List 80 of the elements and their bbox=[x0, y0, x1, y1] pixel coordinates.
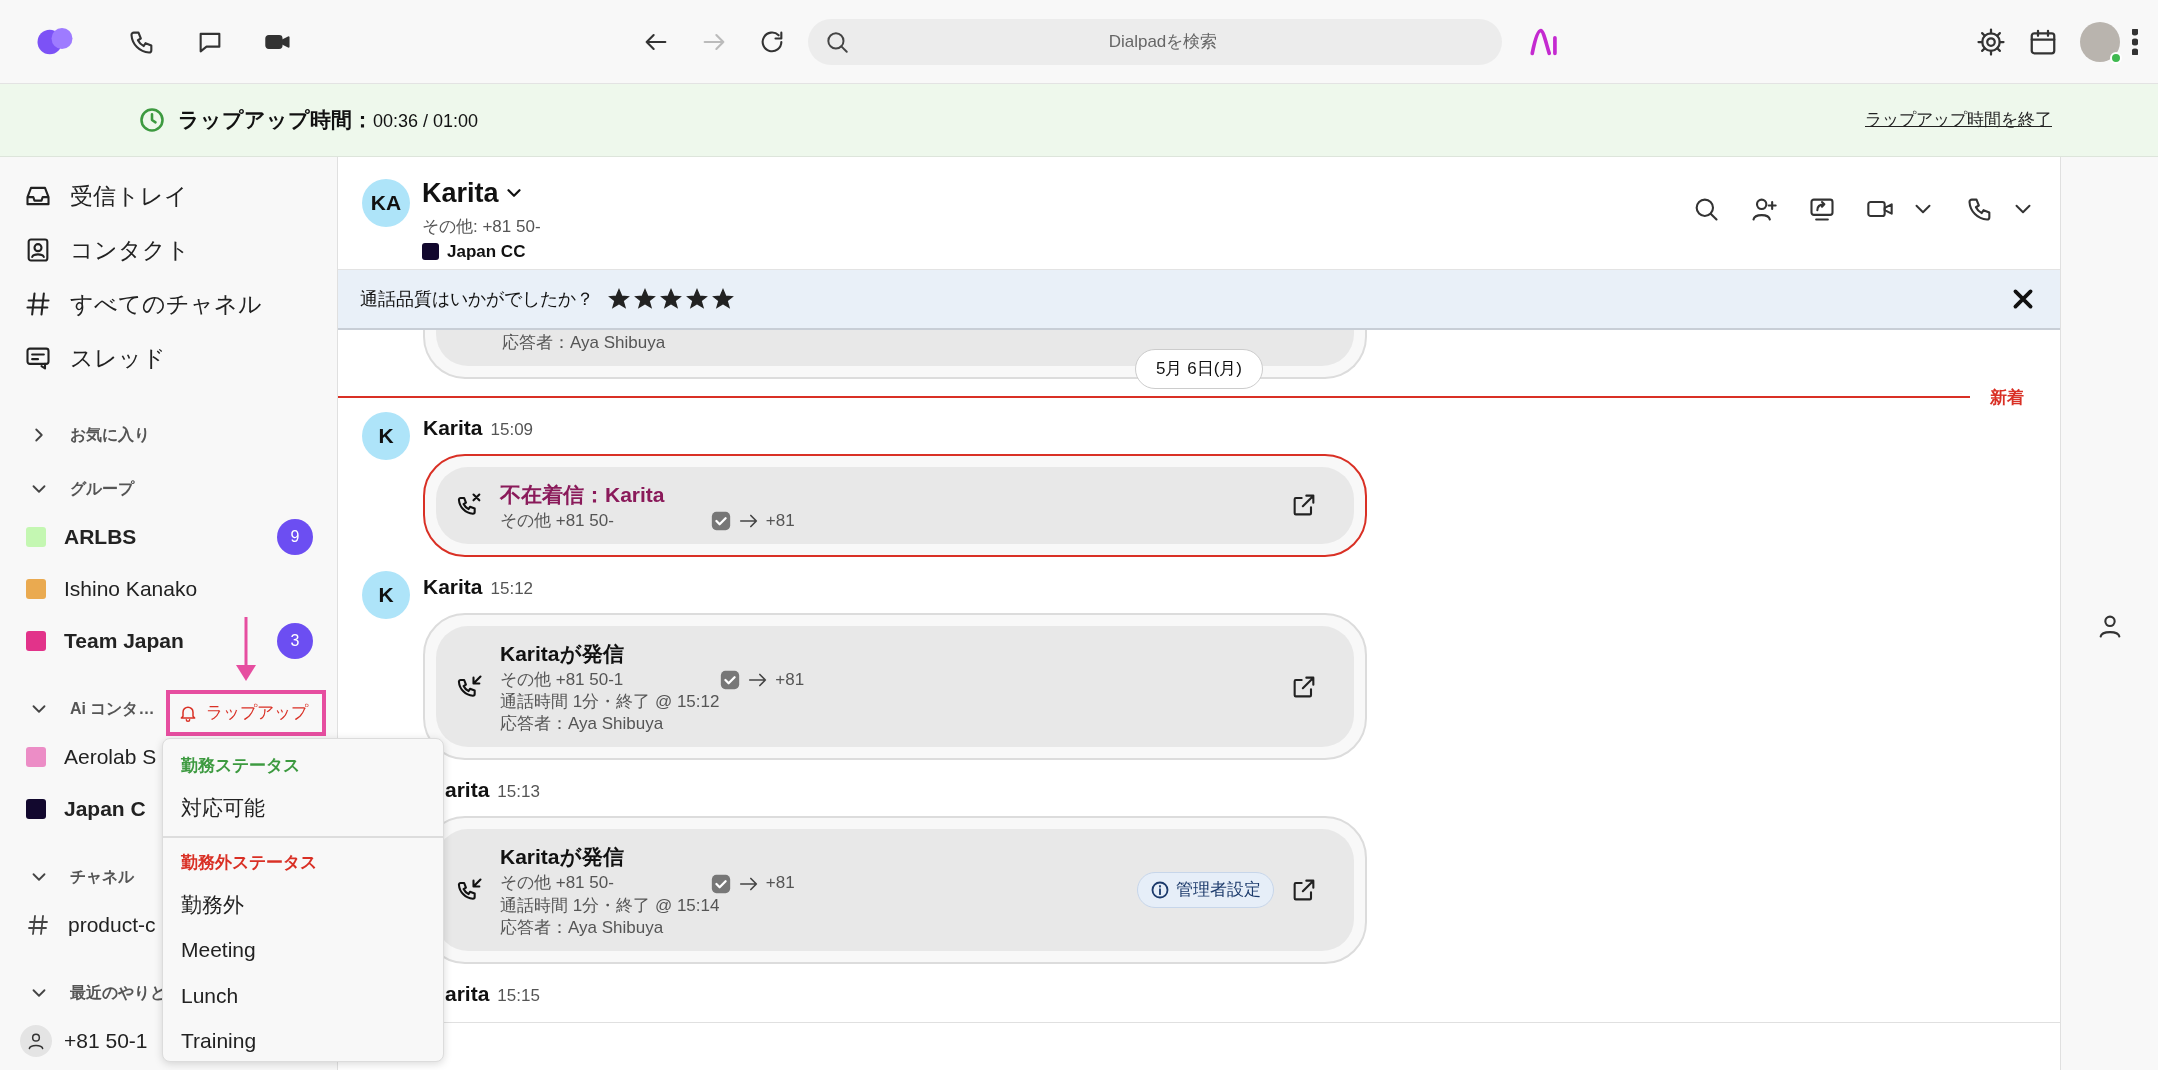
call-title: Karitaが発信 bbox=[500, 843, 625, 870]
close-button[interactable] bbox=[2010, 286, 2036, 312]
info-icon bbox=[1150, 879, 1170, 900]
callee-number: +81 bbox=[765, 510, 795, 533]
message-time: 15:13 bbox=[497, 781, 540, 804]
wrapup-timer: ラップアップ時間：00:36 / 01:00 bbox=[178, 107, 479, 134]
checkbox-icon bbox=[719, 669, 742, 692]
caller-number: その他 +81 50-1 bbox=[500, 669, 624, 692]
callee-number: +81 bbox=[765, 872, 795, 895]
message-time: 15:12 bbox=[490, 578, 534, 601]
section-title[interactable]: Ai コンタ… bbox=[70, 697, 155, 721]
checkbox-icon bbox=[709, 510, 732, 533]
sidebar-item[interactable]: ARLBS bbox=[64, 521, 137, 553]
star-icon[interactable] bbox=[712, 288, 734, 310]
star-icon[interactable] bbox=[686, 288, 708, 310]
sender-name: arita bbox=[445, 777, 490, 804]
hash-icon bbox=[26, 913, 50, 937]
clock-icon bbox=[138, 106, 166, 134]
new-messages-label: 新着 bbox=[1990, 386, 2024, 409]
sender-name: arita bbox=[445, 980, 490, 1007]
menu-item[interactable]: 対応可能 bbox=[163, 784, 443, 830]
answered-by: 応答者：Aya Shibuya bbox=[502, 332, 666, 354]
more-button[interactable] bbox=[2132, 28, 2138, 55]
sidebar-item[interactable]: Aerolab S bbox=[64, 741, 157, 773]
kebab-menu-icon bbox=[2132, 28, 2138, 55]
call-duration: 通話時間 1分・終了 @ 15:12 bbox=[500, 691, 721, 714]
hash-icon bbox=[24, 290, 52, 318]
call-duration: 通話時間 1分・終了 @ 15:14 bbox=[500, 894, 721, 917]
close-icon bbox=[2010, 286, 2036, 312]
caller-number: その他 +81 50- bbox=[500, 872, 614, 895]
nav-item[interactable]: コンタクト bbox=[0, 223, 337, 277]
section-title[interactable]: お気に入り bbox=[70, 423, 150, 447]
search-field[interactable]: Dialpadを検索 bbox=[808, 18, 1502, 65]
contact-name: Karita bbox=[422, 177, 499, 210]
call-title: 不在着信：Karita bbox=[500, 481, 666, 508]
status-dot bbox=[2110, 51, 2122, 64]
star-icon[interactable] bbox=[634, 288, 656, 310]
team-name: Japan CC bbox=[447, 241, 526, 263]
wrapup-status[interactable]: ラップアップ bbox=[166, 690, 326, 736]
date-label: 5月 6日(月) bbox=[1135, 349, 1263, 389]
sender-name: Karita bbox=[423, 415, 483, 442]
person-icon bbox=[26, 1031, 46, 1051]
settings-button[interactable] bbox=[1976, 26, 2006, 57]
contact-avatar: KA bbox=[362, 179, 410, 227]
sidebar-item[interactable]: Ishino Kanako bbox=[64, 573, 198, 605]
nav-item[interactable]: 受信トレイ bbox=[0, 169, 337, 223]
sidebar-item[interactable]: Team Japan bbox=[64, 625, 184, 657]
menu-section-title: 勤務ステータス bbox=[180, 755, 301, 777]
menu-item[interactable]: 勤務外 bbox=[163, 881, 443, 927]
menu-item[interactable]: Training bbox=[163, 1018, 443, 1064]
nav-item[interactable]: スレッド bbox=[0, 331, 337, 385]
sidebar-item[interactable]: +81 50-1 bbox=[64, 1025, 148, 1057]
star-icon[interactable] bbox=[660, 288, 682, 310]
message-time: 15:09 bbox=[490, 419, 534, 442]
rating-question: 通話品質はいかがでしたか？ bbox=[360, 287, 594, 311]
menu-section-title: 勤務外ステータス bbox=[180, 852, 318, 874]
unread-count: 9 bbox=[277, 519, 313, 555]
sender-avatar: K bbox=[362, 412, 410, 461]
message-time: 15:15 bbox=[497, 984, 540, 1007]
section-title[interactable]: グループ bbox=[70, 477, 134, 501]
checkbox-icon bbox=[709, 872, 732, 895]
contact-number: その他: +81 50- bbox=[422, 215, 541, 238]
end-wrapup-link[interactable]: ラップアップ時間を終了 bbox=[1865, 107, 2052, 133]
caller-number: その他 +81 50- bbox=[500, 510, 614, 533]
unread-count: 3 bbox=[277, 623, 313, 659]
star-icon[interactable] bbox=[608, 288, 630, 310]
answered-by: 応答者：Aya Shibuya bbox=[500, 916, 665, 939]
sidebar-item[interactable]: Japan C bbox=[64, 793, 146, 825]
menu-item[interactable]: Lunch bbox=[163, 972, 443, 1018]
settings-icon bbox=[1976, 26, 2006, 57]
menu-item[interactable]: Meeting bbox=[163, 927, 443, 973]
call-title: Karitaが発信 bbox=[500, 640, 625, 667]
sender-avatar: K bbox=[362, 571, 410, 620]
sidebar-item[interactable]: product-c bbox=[68, 909, 156, 941]
answered-by: 応答者：Aya Shibuya bbox=[500, 713, 665, 736]
nav-item[interactable]: すべてのチャネル bbox=[0, 277, 337, 331]
section-title[interactable]: チャネル bbox=[70, 865, 134, 889]
callee-number: +81 bbox=[775, 669, 805, 692]
sender-name: Karita bbox=[423, 574, 483, 601]
admin-setting-tag: 管理者設定 bbox=[1137, 872, 1274, 908]
